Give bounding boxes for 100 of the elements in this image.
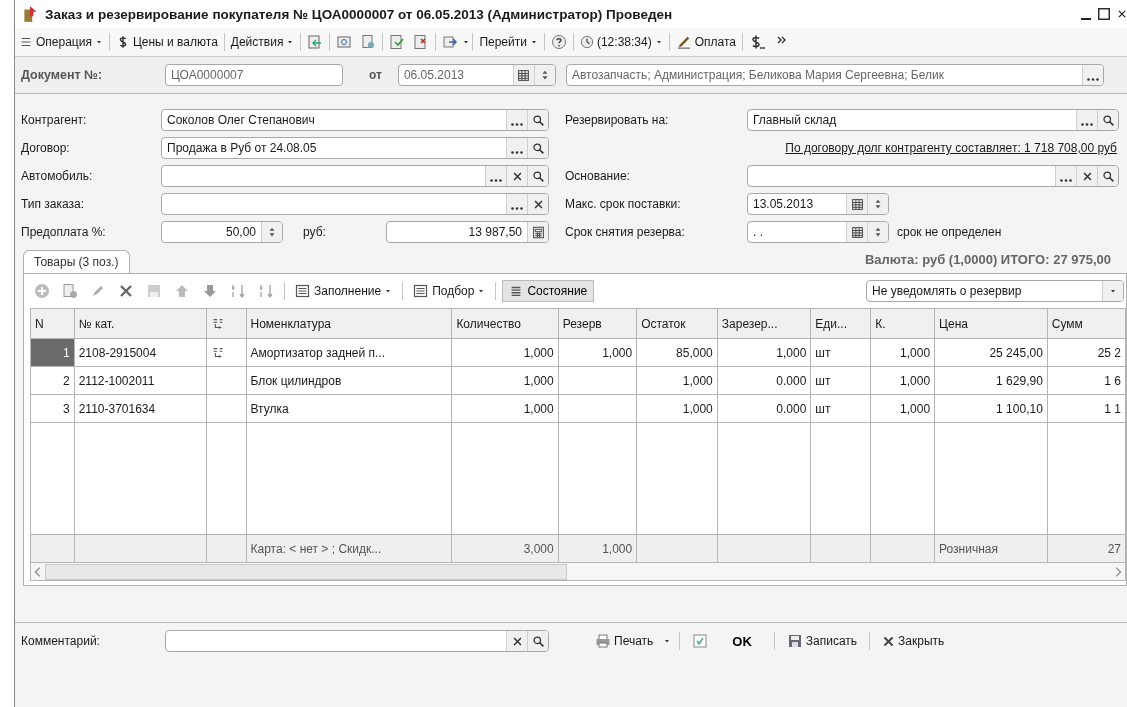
input-field[interactable] bbox=[161, 165, 549, 187]
footer-cell: 3,000 bbox=[451, 534, 559, 563]
column-header[interactable]: К. bbox=[870, 308, 935, 339]
column-header[interactable]: Количество bbox=[451, 308, 559, 339]
table-cell: 1,000 bbox=[870, 366, 935, 395]
refresh-icon bbox=[336, 34, 353, 50]
table-cell: 25 245,00 bbox=[934, 338, 1048, 367]
toolbar-button[interactable]: Оплата bbox=[671, 33, 740, 51]
date-field[interactable]: 06.05.2013 bbox=[397, 64, 556, 86]
fill-button[interactable]: Заполнение bbox=[291, 281, 397, 301]
column-header[interactable]: № кат. bbox=[74, 308, 207, 339]
date-field[interactable]: 13.05.2013 bbox=[747, 193, 889, 215]
column-header[interactable]: Номенклатура bbox=[246, 308, 452, 339]
caret-icon bbox=[529, 38, 538, 46]
document-number-field[interactable]: ЦОА0000007 bbox=[165, 64, 343, 86]
note-text: срок не определен bbox=[897, 225, 1002, 239]
toolbar-button[interactable]: Цены и валюта bbox=[111, 33, 222, 51]
close-icon bbox=[532, 198, 544, 210]
import-icon bbox=[307, 34, 324, 50]
table-cell: 1,000 bbox=[558, 338, 637, 367]
field-label: Договор: bbox=[21, 141, 71, 155]
add-icon bbox=[34, 283, 50, 299]
document-number-label: Документ №: bbox=[21, 68, 104, 82]
table-cell: 2112-1002011 bbox=[74, 366, 207, 395]
field-label: Автомобиль: bbox=[21, 169, 94, 183]
scrollbar-thumb[interactable] bbox=[45, 563, 567, 580]
calendar-icon bbox=[850, 225, 864, 239]
table-cell: 1 1 bbox=[1047, 394, 1126, 423]
caret-icon bbox=[462, 38, 471, 46]
column-header[interactable]: Остаток bbox=[636, 308, 718, 339]
column-header[interactable]: Еди... bbox=[810, 308, 871, 339]
responsible-field[interactable]: Автозапчасть; Администрация; Беликова Мария Сергеевна; Белик bbox=[565, 64, 1104, 86]
field-label: Макс. срок поставки: bbox=[565, 197, 682, 211]
ellipsis-icon bbox=[511, 206, 523, 210]
minimize-icon bbox=[1081, 18, 1091, 20]
close-icon bbox=[511, 635, 523, 647]
table-cell: Блок цилиндров bbox=[246, 366, 452, 395]
input-field[interactable]: Соколов Олег Степанович bbox=[161, 109, 549, 131]
input-field[interactable]: Продажа в Руб от 24.08.05 bbox=[161, 137, 549, 159]
tab[interactable]: Товары (3 поз.) bbox=[23, 250, 130, 273]
caret-icon bbox=[1109, 287, 1117, 295]
input-field[interactable]: Главный склад bbox=[747, 109, 1119, 131]
row-number[interactable]: 1 bbox=[30, 338, 75, 367]
help-icon bbox=[550, 34, 567, 50]
table-cell: 1,000 bbox=[717, 338, 811, 367]
table-cell: шт bbox=[810, 394, 871, 423]
table-cell: 2108-2915004 bbox=[74, 338, 207, 367]
column-header[interactable]: N bbox=[30, 308, 75, 339]
table-cell: 85,000 bbox=[636, 338, 718, 367]
column-header[interactable]: Резерв bbox=[558, 308, 637, 339]
cross-icon bbox=[882, 634, 896, 648]
row-number[interactable]: 3 bbox=[30, 394, 75, 423]
date-label: от bbox=[369, 68, 382, 82]
date-field[interactable]: . . bbox=[747, 221, 889, 243]
input-field[interactable] bbox=[747, 165, 1119, 187]
post-icon bbox=[389, 34, 406, 50]
table-icon bbox=[295, 283, 311, 299]
table-cell: 1 6 bbox=[1047, 366, 1126, 395]
debt-link[interactable]: По договору долг контрагенту составляет: 1 718 708,00 руб bbox=[785, 141, 1119, 155]
toolbar-button[interactable]: Действия bbox=[226, 33, 299, 51]
table-cell: 2110-3701634 bbox=[74, 394, 207, 423]
caret-icon bbox=[384, 287, 393, 295]
row-number[interactable]: 2 bbox=[30, 366, 75, 395]
ellipsis-icon bbox=[1081, 122, 1093, 126]
input-field[interactable] bbox=[161, 193, 549, 215]
footer-cell: Розничная bbox=[934, 534, 1048, 563]
comment-label: Комментарий: bbox=[21, 634, 101, 648]
search-icon bbox=[531, 113, 545, 127]
notify-dropdown[interactable]: Не уведомлять о резервир bbox=[866, 280, 1124, 302]
window-title: Заказ и резервирование покупателя № ЦОА0000007 от 06.05.2013 (Администратор) Проведен bbox=[45, 6, 674, 22]
column-header[interactable]: Сумм bbox=[1047, 308, 1126, 339]
amount-field[interactable]: 13 987,50 bbox=[386, 221, 549, 243]
column-header[interactable]: Цена bbox=[934, 308, 1048, 339]
comment-field[interactable] bbox=[165, 630, 549, 652]
toolbar-button[interactable]: Операция bbox=[15, 33, 107, 51]
spinner-icon bbox=[267, 225, 277, 239]
ellipsis-icon bbox=[490, 178, 502, 182]
copy-icon bbox=[62, 283, 78, 299]
close-icon bbox=[511, 170, 523, 182]
percent-field[interactable]: 50,00 bbox=[161, 221, 283, 243]
up-arrow-icon bbox=[174, 283, 190, 299]
close-button[interactable]: Закрыть bbox=[878, 632, 949, 650]
table-cell: 1,000 bbox=[451, 394, 559, 423]
table-cell: 0.000 bbox=[717, 366, 811, 395]
ok-button[interactable]: OK bbox=[718, 631, 766, 651]
clock-icon bbox=[579, 35, 594, 49]
caret-icon bbox=[663, 637, 672, 645]
pick-button[interactable]: Подбор bbox=[409, 281, 490, 301]
toolbar-button[interactable]: Перейти bbox=[475, 33, 542, 51]
save-button[interactable]: Записать bbox=[782, 631, 862, 651]
toolbar-button[interactable]: (12:38:34) bbox=[575, 33, 667, 51]
print-button[interactable]: Печать bbox=[591, 631, 658, 651]
calendar-icon bbox=[517, 68, 531, 82]
spinner-icon bbox=[873, 225, 883, 239]
floppy-icon bbox=[786, 633, 803, 649]
table-cell: 1,000 bbox=[451, 366, 559, 395]
table-icon bbox=[413, 283, 430, 299]
sort-ascending-icon bbox=[230, 283, 246, 299]
column-header[interactable]: Зарезер... bbox=[717, 308, 811, 339]
state-button[interactable]: Состояние bbox=[502, 280, 595, 302]
